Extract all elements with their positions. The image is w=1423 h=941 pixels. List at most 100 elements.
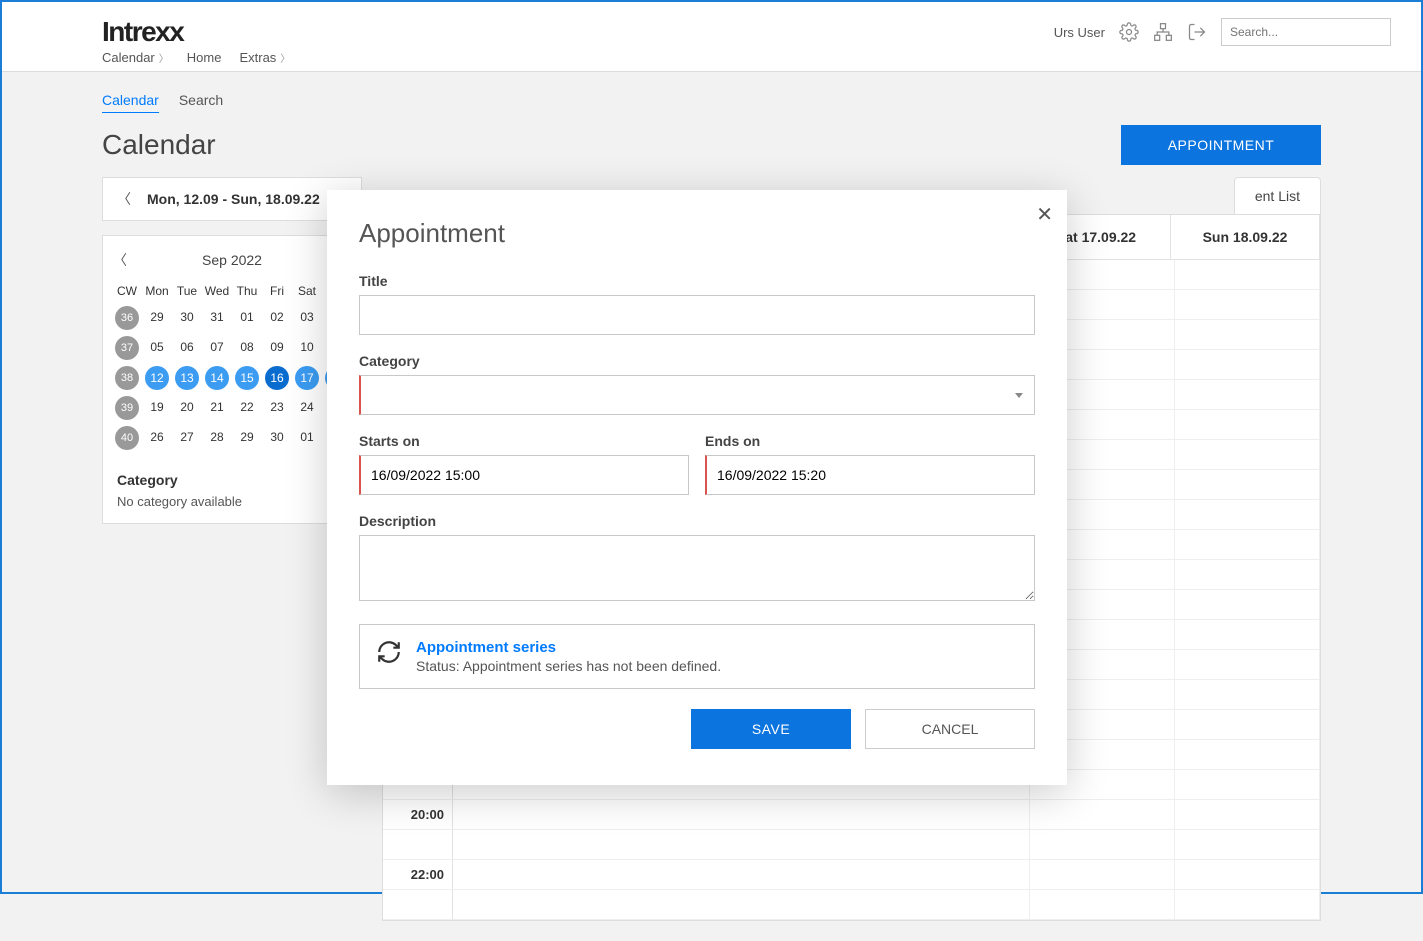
time-cell[interactable] [1175,350,1320,379]
mini-cal-day[interactable]: 01 [293,424,321,452]
mini-cal-day[interactable]: 06 [173,334,201,362]
series-status: Status: Appointment series has not been … [416,658,721,674]
time-cell[interactable] [453,800,1030,829]
time-cell[interactable] [1175,740,1320,769]
time-cell[interactable] [1030,860,1175,889]
mini-cal-day[interactable]: 03 [293,304,321,332]
mini-cal-day[interactable]: 13 [175,366,199,390]
nav-calendar[interactable]: Calendar〉 [102,50,169,65]
sitemap-icon[interactable] [1153,22,1173,42]
time-cell[interactable] [453,860,1030,889]
mini-cal-week[interactable]: 37 [115,336,139,360]
time-cell[interactable] [1175,320,1320,349]
mini-cal-day[interactable]: 19 [143,394,171,422]
mini-cal-day[interactable]: 29 [143,304,171,332]
view-tab-list[interactable]: ent List [1234,177,1321,215]
time-cell[interactable] [1175,440,1320,469]
time-cell[interactable] [1175,620,1320,649]
appointment-button[interactable]: APPOINTMENT [1121,125,1321,165]
mini-cal-day[interactable]: 30 [173,304,201,332]
mini-cal-day[interactable]: 16 [265,366,289,390]
starts-input[interactable] [359,455,689,495]
series-link[interactable]: Appointment series [416,639,721,656]
mini-cal-week[interactable]: 40 [115,426,139,450]
mini-cal-day[interactable]: 23 [263,394,291,422]
daterange-box: 〈 Mon, 12.09 - Sun, 18.09.22 [102,177,362,221]
time-label: 20:00 [383,800,453,829]
page-tabs: Calendar Search [102,92,1321,113]
time-cell[interactable] [1175,860,1320,889]
mini-cal-day[interactable]: 29 [233,424,261,452]
time-cell[interactable] [1175,770,1320,799]
search-box[interactable] [1221,18,1391,46]
mini-cal-day[interactable]: 02 [263,304,291,332]
mini-cal-day[interactable]: 28 [203,424,231,452]
mini-cal-day[interactable]: 24 [293,394,321,422]
cancel-button[interactable]: CANCEL [865,709,1035,749]
mini-cal-day[interactable]: 01 [233,304,261,332]
label-category: Category [359,353,1035,369]
logout-icon[interactable] [1187,22,1207,42]
mini-cal-day[interactable]: 10 [293,334,321,362]
mini-cal-day[interactable]: 09 [263,334,291,362]
mini-cal-day[interactable]: 15 [235,366,259,390]
time-cell[interactable] [1030,830,1175,859]
mini-calendar: 〈 Sep 2022 〉 CWMonTueWedThuFriSatSun3629… [102,235,362,524]
mini-cal-day[interactable]: 21 [203,394,231,422]
mini-cal-header: CW [113,280,141,302]
search-input[interactable] [1230,25,1385,39]
time-cell[interactable] [1175,380,1320,409]
title-input[interactable] [359,295,1035,335]
time-cell[interactable] [453,890,1030,919]
time-cell[interactable] [1175,590,1320,619]
page-title: Calendar [102,129,216,161]
time-cell[interactable] [453,830,1030,859]
label-title: Title [359,273,1035,289]
time-cell[interactable] [1175,470,1320,499]
mini-cal-day[interactable]: 12 [145,366,169,390]
time-cell[interactable] [1175,290,1320,319]
time-cell[interactable] [1175,560,1320,589]
mini-cal-day[interactable]: 22 [233,394,261,422]
description-textarea[interactable] [359,535,1035,601]
time-cell[interactable] [1175,410,1320,439]
mini-cal-week[interactable]: 36 [115,306,139,330]
gear-icon[interactable] [1119,22,1139,42]
mini-cal-day[interactable]: 31 [203,304,231,332]
mini-cal-day[interactable]: 30 [263,424,291,452]
mini-cal-week[interactable]: 38 [115,366,139,390]
time-cell[interactable] [1175,530,1320,559]
mini-cal-day[interactable]: 08 [233,334,261,362]
nav-home[interactable]: Home [187,50,222,65]
nav-extras[interactable]: Extras〉 [239,50,290,65]
mini-cal-day[interactable]: 05 [143,334,171,362]
time-row: 20:00 [383,800,1320,830]
prev-month-icon[interactable]: 〈 [113,250,127,270]
time-cell[interactable] [1175,800,1320,829]
time-cell[interactable] [1175,710,1320,739]
mini-cal-day[interactable]: 17 [295,366,319,390]
time-cell[interactable] [1030,890,1175,919]
time-cell[interactable] [1175,260,1320,289]
mini-cal-day[interactable]: 14 [205,366,229,390]
username: Urs User [1054,25,1105,40]
time-cell[interactable] [1175,680,1320,709]
ends-input[interactable] [705,455,1035,495]
mini-cal-day[interactable]: 07 [203,334,231,362]
time-cell[interactable] [1030,800,1175,829]
time-cell[interactable] [1175,650,1320,679]
time-cell[interactable] [1175,890,1320,919]
tab-calendar[interactable]: Calendar [102,92,159,113]
mini-cal-week[interactable]: 39 [115,396,139,420]
category-select[interactable] [359,375,1035,415]
mini-cal-day[interactable]: 27 [173,424,201,452]
time-cell[interactable] [1175,500,1320,529]
tab-search[interactable]: Search [179,92,223,113]
mini-cal-day[interactable]: 20 [173,394,201,422]
save-button[interactable]: SAVE [691,709,851,749]
close-icon[interactable]: ✕ [1036,202,1053,227]
mini-cal-day[interactable]: 26 [143,424,171,452]
prev-week-icon[interactable]: 〈 [117,189,131,209]
time-row: 22:00 [383,860,1320,890]
time-cell[interactable] [1175,830,1320,859]
